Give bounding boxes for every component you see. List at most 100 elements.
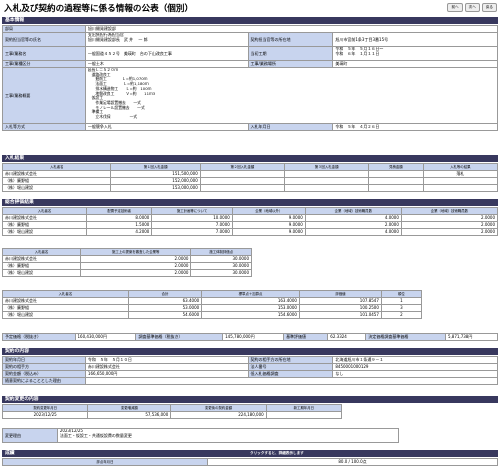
eval-score: 7.0000 [151,221,233,229]
period-value: 令和 ５年 ５月１６日～ 令和 ６年 １月１１日 [332,46,498,61]
contract-date-label: 契約年月日 [2,356,86,364]
eval-score: 2.0000 [79,262,192,270]
bid-result [422,184,499,192]
bid-date-label: 入札年月日 [247,123,334,131]
method-value: 一般競争入札 [84,123,249,131]
type-value: 一般土木 [84,60,249,68]
contract-party-value: 赤川建設株式会社 [84,363,249,371]
eval-total: 54.6000 [127,311,203,319]
eval-value: 101.0457 [298,311,382,319]
corp-number-label: 法人番号 [247,363,334,371]
bid-header: 見積金額 [368,163,424,171]
section-eval: 総合評価結果 [2,199,498,206]
eval-score: 1.5000 [86,221,153,229]
estimate [368,170,424,178]
officer-value: 支出負担行為担当官 旭川開発建設部長 武 井 一 郎 [84,32,249,47]
eval-score: 2.0000 [79,269,192,277]
eval-rank: 3 [380,304,423,312]
contract-addr-value: 北海道旭川市１条通９－１ [332,356,498,364]
bid-header: 第３回入札金額 [283,163,370,171]
prev-button[interactable]: 前へ [447,3,463,12]
eval-score: 9.0000 [231,228,306,236]
bidder-name: （株）廉野組 [1,221,88,229]
bidder-name: （株）廉野組 [1,177,112,185]
basic-table: 部局 旭川開発建設部 契約担当官等の氏名 支出負担行為担当官 旭川開発建設部長 武 … [2,25,499,131]
bid-header: 第１回入札金額 [110,163,201,171]
officer-addr-value: 旭川市宮前1条3丁目3番15号 [332,32,498,47]
change-table: 契約変更年月日 変更増減額 変更後の契約金額 新工期年月日 2023/12/25 57,… [1,404,343,419]
place-value: 美瑛町 [332,60,498,68]
bid-amount-2 [199,177,285,185]
bid-header: 第２回入札金額 [199,163,285,171]
eval-score: 4.0000 [304,214,402,222]
section-bid: 入札結果 [2,155,498,162]
change-header: 新工期年月日 [265,404,343,412]
eval-score: 9.0000 [231,214,306,222]
bid-table: 入札者名 第１回入札金額 第２回入札金額 第３回入札金額 見積金額 入札等の結果… [1,163,499,192]
eval-rank: 2 [380,311,423,319]
table-row: （株）廉野組 1.5000 7.0000 9.0000 2.0000 2.0000 [1,221,499,229]
bid-amount: 153,000,000 [110,184,201,192]
change-header: 契約変更年月日 [1,404,89,412]
table-row: 2023/12/25 57,536,000 224,180,000 [1,411,343,419]
table-row: 赤川建設株式会社 151,500,000 落札 [1,170,499,178]
table-row: 赤川建設株式会社 8.0000 10.0000 9.0000 4.0000 2.0000 [1,214,499,222]
grade-row[interactable]: 評点年月日 80.0 / 100.0点 [2,458,498,466]
eval-table-3: 入札者名 合計 標準点＋加算点 評価値 順位 赤川建設株式会社 63.4000 163.40… [2,290,423,319]
eval-table-1: 入札者名 配置予定技術者 施工計画等について 企業（地域以外） 企業（地域）技術… [1,207,499,236]
table-row: 赤川建設株式会社 63.4000 163.4000 107.8547 1 [2,297,423,305]
est-value: 160,430,000円 [74,333,137,341]
bidder-name: （株）廉野組 [2,262,81,270]
bid-amount-2 [199,184,285,192]
officer-label: 契約担当官等の氏名 [2,32,86,47]
eval-header: 施工計画等について [151,207,233,215]
eval-rank: 1 [380,297,423,305]
grade-value: 80.0 / 100.0点 [207,458,498,466]
eval3-header: 標準点＋加算点 [201,290,300,298]
table-row: （株）堀山建設 4.2000 7.0000 9.0000 4.0000 2.0000 [1,228,499,236]
min-value: 5,871,738円 [444,333,499,341]
page-title: 入札及び契約の過程等に係る情報の公表（個別） [4,4,194,14]
eval-table-2: 入札者名 施工上の提案を審査した企業等 施工体制評価点 赤川建設株式会社 2.0000… [2,248,252,277]
est-label: 予定価格（税抜き） [2,333,76,341]
eval-standard: 154.6000 [201,311,300,319]
bid-amount-2 [199,170,285,178]
table-row: （株）廉野組 152,000,000 [1,177,499,185]
table-row: 赤川建設株式会社 2.0000 30.0000 [2,255,252,263]
estimate [368,184,424,192]
back-button[interactable]: 戻る [481,3,497,12]
bidder-name: 赤川建設株式会社 [2,255,81,263]
contract-table: 契約年月日 令和 ５年 ５月１０日 契約の相手方の所在地 北海道旭川市１条通９－１ 契… [2,356,499,385]
eval-header: 企業（地域以外） [231,207,306,215]
eval-score: 8.0000 [86,214,153,222]
eval-score: 9.0000 [231,221,306,229]
bid-amount-3 [283,177,370,185]
eval-value: 100.2500 [298,304,382,312]
next-button[interactable]: 次へ [464,3,480,12]
eval-value: 107.8547 [298,297,382,305]
bid-date-value: 令和 ５年 ４月２６日 [332,123,498,131]
eval-score: 2.0000 [400,214,499,222]
bidder-name: （株）堀山建設 [1,184,112,192]
eval2-header: 施工上の提案を審査した企業等 [79,248,192,256]
contract-amount-label: 契約金額（税込み） [2,370,86,378]
eval2-header: 施工体制評価点 [190,248,252,256]
follow-reason-label: 随意契約によることとした理由 [2,377,86,385]
eval3-header: 評価値 [298,290,382,298]
eval-total: 53.0000 [127,304,203,312]
base-label: 調査基準価格（税抜き） [135,333,224,341]
change-date: 2023/12/25 [1,411,89,419]
change-diff: 57,536,000 [87,411,172,419]
eval-score: 30.0000 [190,269,252,277]
dept-value: 旭川開発建設部 [84,25,499,33]
section-contract: 契約の内容 [2,348,498,355]
table-row: （株）廉野組 2.0000 30.0000 [2,262,252,270]
low-bid-value: なし [332,370,498,378]
low-bid-label: 低入札価格調査 [247,370,334,378]
eval-score: 2.0000 [400,221,499,229]
change-reason-value: 2023/12/25 法面工・仮設工・共通仮設費の数量変更 [56,428,400,443]
section-basic: 基本情報 [2,17,498,24]
change-reason-label: 変更理由 [2,428,58,443]
follow-reason-value [84,377,499,385]
place-label: 工事/業務場所 [247,60,334,68]
